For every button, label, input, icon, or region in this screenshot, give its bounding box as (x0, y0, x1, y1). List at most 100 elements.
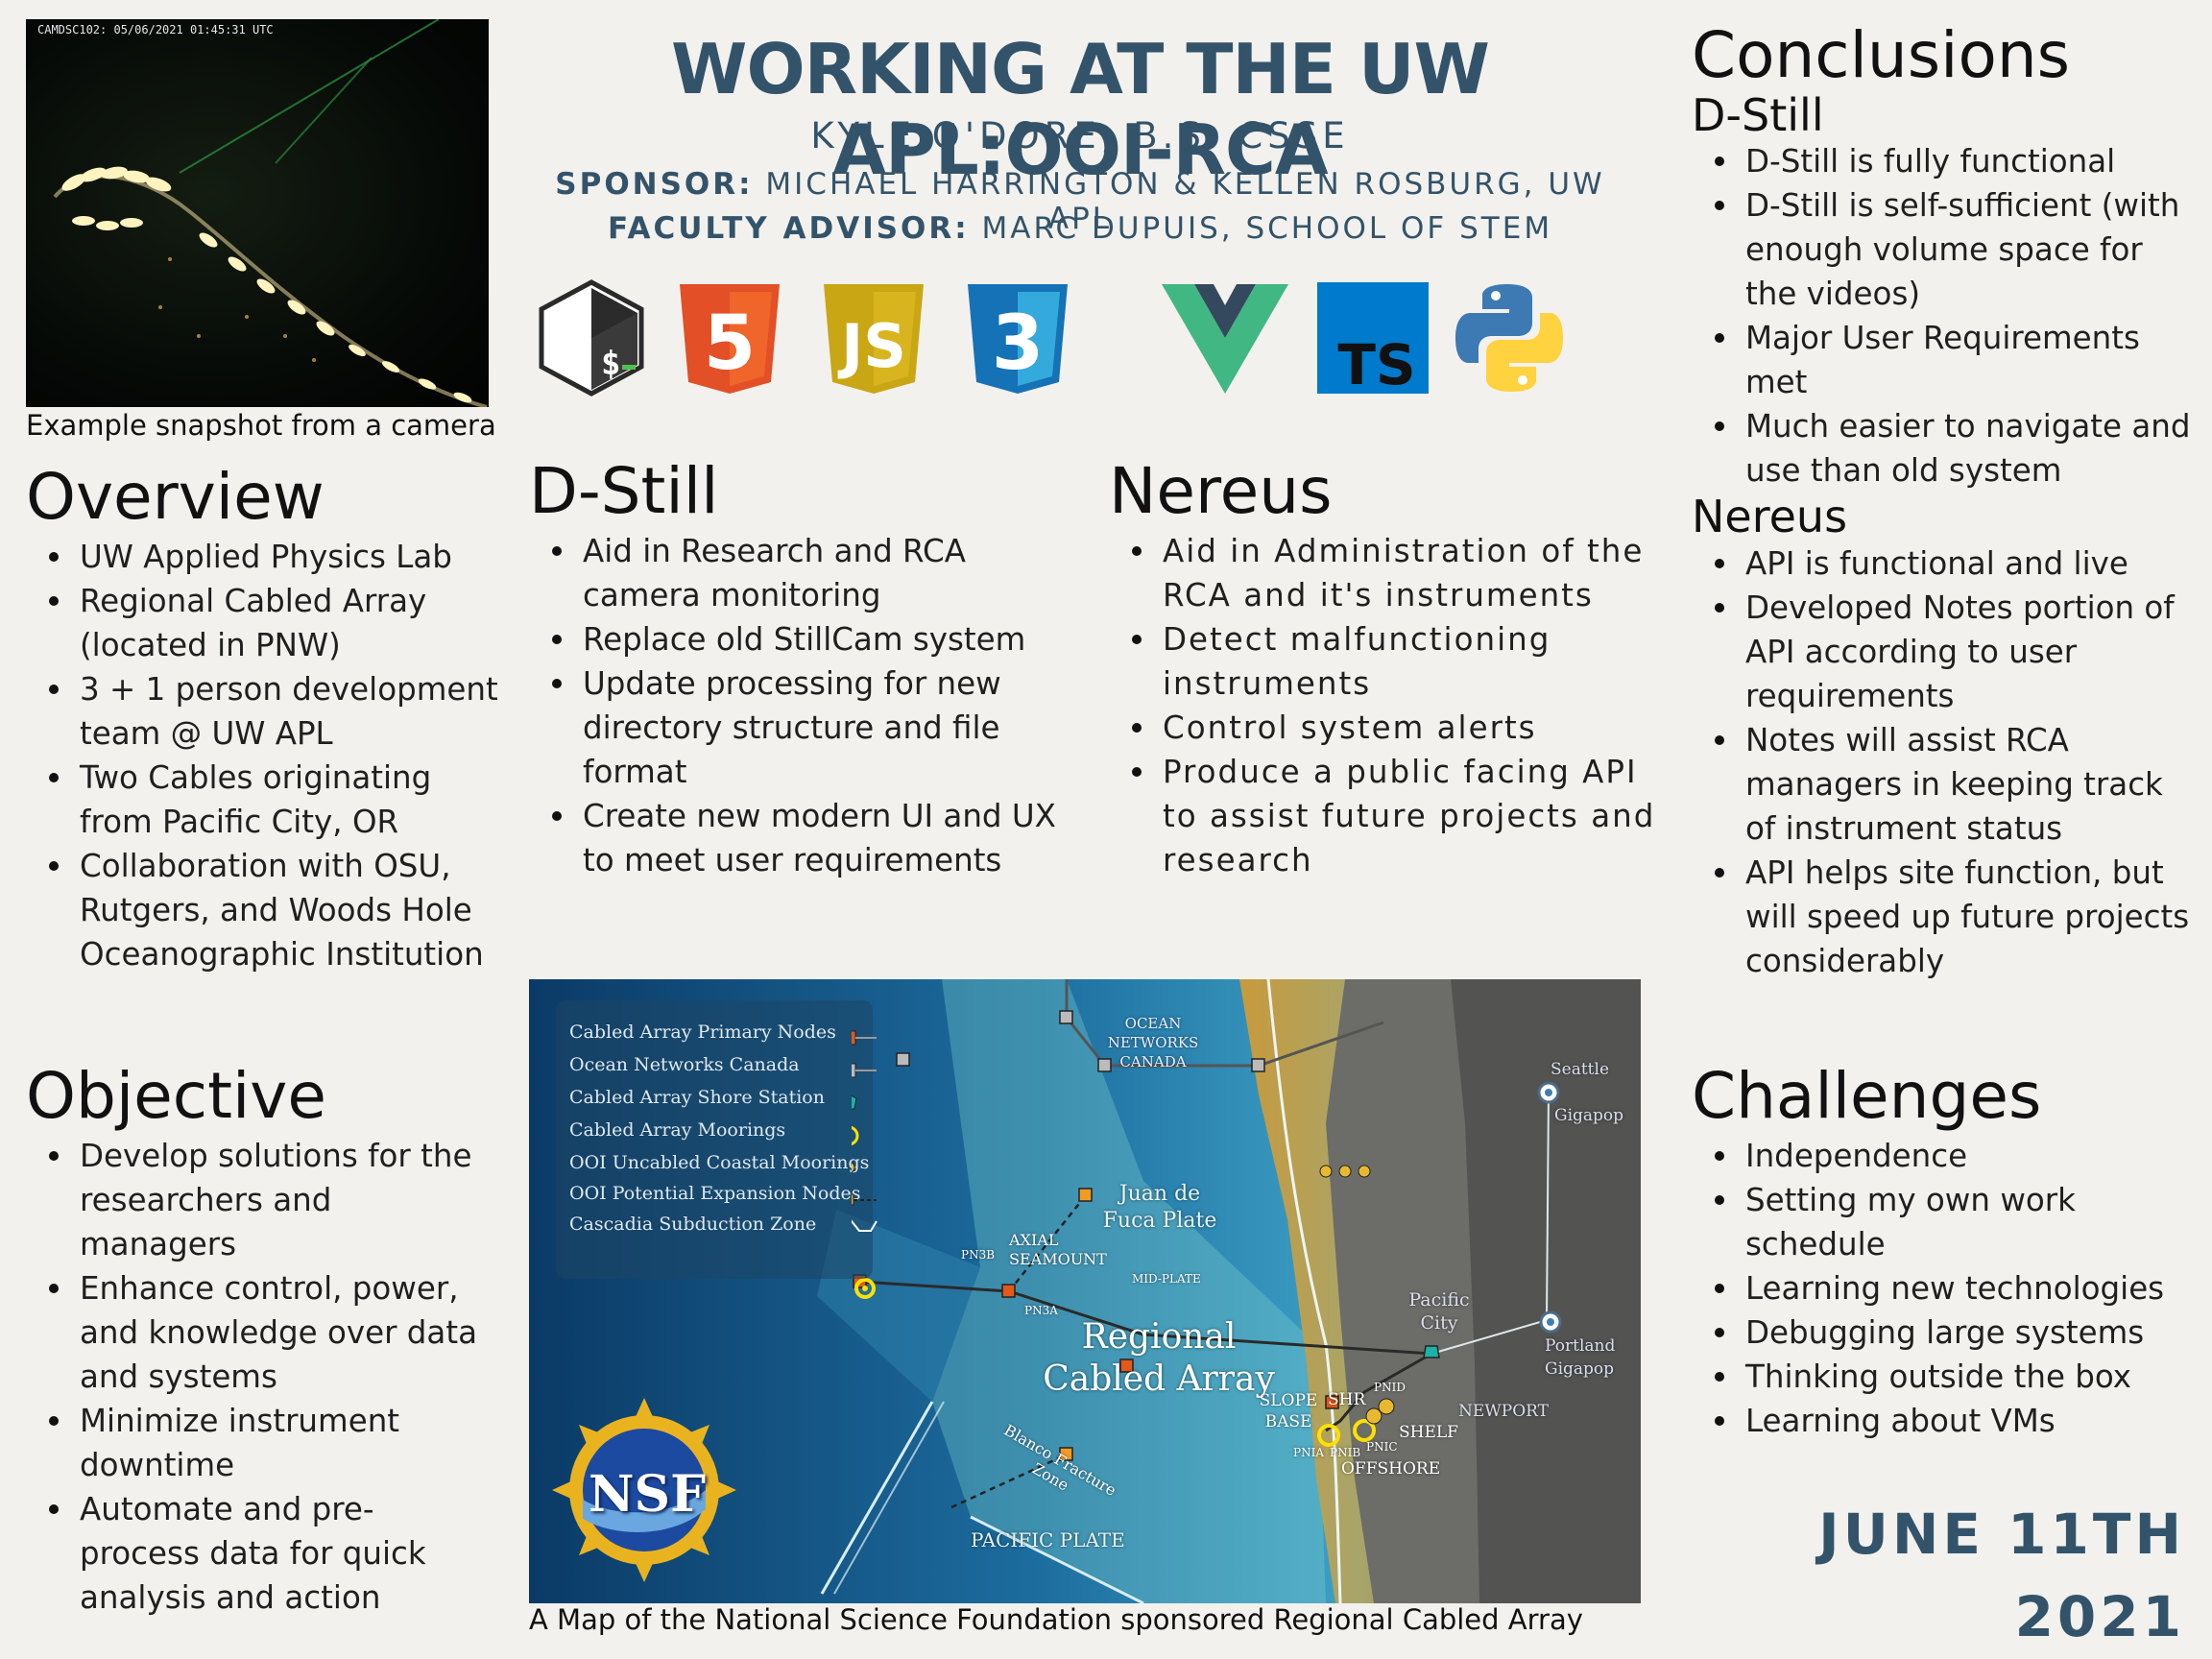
label-pnid: PNID (1374, 1381, 1406, 1394)
label-pn3a: PN3A (1024, 1304, 1058, 1317)
dstill-list: Aid in Research and RCA camera monitorin… (529, 529, 1067, 882)
list-item: Learning new technologies (1692, 1266, 2191, 1310)
list-item: Setting my own work schedule (1692, 1178, 2191, 1266)
list-item: Create new modern UI and UX to meet user… (529, 794, 1067, 882)
label-mid-plate: MID-PLATE (1132, 1272, 1201, 1286)
label-pacific-city: Pacific City (1408, 1289, 1470, 1334)
label-slope-base: SLOPE BASE (1259, 1391, 1318, 1431)
list-item: API is functional and live (1692, 541, 2191, 586)
list-item: Automate and pre-process data for quick … (26, 1487, 487, 1620)
challenges-section: Challenges Independence Setting my own w… (1692, 1059, 2191, 1443)
list-item: D-Still is fully functional (1692, 139, 2191, 183)
label-seattle-gigapop: Gigapop (1554, 1106, 1624, 1125)
list-item: Detect malfunctioning instruments (1109, 617, 1666, 706)
overview-heading: Overview (26, 460, 325, 534)
list-item: 3 + 1 person development team @ UW APL (26, 667, 506, 756)
event-date: JUNE 11TH 2021 (1747, 1493, 2185, 1658)
nereus-section: Nereus Aid in Administration of the RCA … (1109, 454, 1666, 882)
label-portland-gigapop: Gigapop (1545, 1359, 1615, 1379)
sponsor-label: SPONSOR: (555, 167, 754, 202)
conclusions-dstill-list: D-Still is fully functional D-Still is s… (1692, 139, 2191, 493)
challenges-heading: Challenges (1692, 1059, 2042, 1133)
advisor-line: FACULTY ADVISOR: MARC DUPUIS, SCHOOL OF … (518, 211, 1642, 246)
list-item: Debugging large systems (1692, 1310, 2191, 1355)
label-pnib: PNIB (1330, 1446, 1361, 1459)
label-pn3b: PN3B (961, 1248, 996, 1262)
dstill-section: D-Still Aid in Research and RCA camera m… (529, 454, 1067, 882)
conclusions-heading: Conclusions (1692, 18, 2071, 92)
legend-icons (852, 1030, 878, 1232)
date-line1: JUNE 11TH (1818, 1502, 2185, 1567)
label-newport: NEWPORT (1458, 1402, 1549, 1421)
map-legend: Cabled Array Primary Nodes Ocean Network… (556, 1000, 878, 1279)
list-item: Developed Notes portion of API according… (1692, 586, 2191, 718)
label-seattle: Seattle (1551, 1060, 1610, 1079)
list-item: Enhance control, power, and knowledge ov… (26, 1266, 487, 1399)
photo-caption: Example snapshot from a camera (26, 409, 496, 442)
svg-text:TS: TS (1337, 332, 1415, 397)
overview-list: UW Applied Physics Lab Regional Cabled A… (26, 535, 506, 976)
svg-text:$: $ (601, 345, 620, 383)
objective-section: Objective Develop solutions for the rese… (26, 1059, 487, 1620)
list-item: Collaboration with OSU, Rutgers, and Woo… (26, 844, 506, 976)
objective-list: Develop solutions for the researchers an… (26, 1134, 487, 1620)
label-juan-de-fuca: Juan de Fuca Plate (1102, 1182, 1217, 1233)
list-item: API helps site function, but will speed … (1692, 851, 2191, 983)
svg-text:3: 3 (992, 301, 1044, 387)
conclusions-nereus-list: API is functional and live Developed Not… (1692, 541, 2191, 983)
dstill-heading: D-Still (529, 454, 719, 528)
label-onc: OCEAN NETWORKS CANADA (1107, 1015, 1199, 1070)
python-icon (1455, 284, 1563, 392)
camera-snapshot-image: CAMDSC102: 05/06/2021 01:45:31 UTC (26, 19, 489, 407)
label-axial-seamount: AXIAL SEAMOUNT (1009, 1231, 1107, 1268)
conclusions-nereus-heading: Nereus (1692, 491, 1848, 543)
list-item: Much easier to navigate and use than old… (1692, 404, 2191, 493)
list-item: Learning about VMs (1692, 1399, 2191, 1443)
list-item: Update processing for new directory stru… (529, 661, 1067, 794)
list-item: Major User Requirements met (1692, 316, 2191, 404)
regional-cabled-array-map: Cabled Array Primary Nodes Ocean Network… (529, 979, 1641, 1603)
list-item: Minimize instrument downtime (26, 1399, 487, 1487)
label-pnia: PNIA (1293, 1446, 1324, 1459)
list-item: Notes will assist RCA managers in keepin… (1692, 718, 2191, 851)
overview-section: Overview UW Applied Physics Lab Regional… (26, 460, 506, 976)
nsf-logo-text: NSF (589, 1465, 707, 1524)
svg-text:5: 5 (704, 301, 756, 387)
label-offshore: OFFSHORE (1341, 1459, 1441, 1479)
javascript-icon: JS (824, 284, 924, 394)
author-line: KYLE O'DORE, B.S. CSSE (810, 115, 1350, 156)
bash-icon: $ (539, 279, 644, 397)
list-item: Control system alerts (1109, 706, 1666, 750)
list-item: D-Still is self-sufficient (with enough … (1692, 183, 2191, 316)
conclusions-section: Conclusions D-Still D-Still is fully fun… (1692, 18, 2191, 983)
legend-symbols (556, 1000, 873, 1279)
date-line2: 2021 (2014, 1584, 2185, 1649)
html5-icon: 5 (680, 284, 780, 394)
label-pacific-plate: PACIFIC PLATE (971, 1528, 1125, 1551)
advisor-name: MARC DUPUIS, SCHOOL OF STEM (981, 211, 1553, 246)
poster-title: WORKING AT THE UW APL:OOI-RCA (671, 29, 1490, 190)
label-shelf: SHELF (1399, 1423, 1458, 1442)
label-shr: SHR (1328, 1390, 1366, 1409)
objective-heading: Objective (26, 1059, 326, 1133)
nereus-heading: Nereus (1109, 454, 1333, 528)
svg-text:JS: JS (837, 311, 906, 381)
label-rca-line2: Cabled Array (1043, 1359, 1275, 1399)
list-item: Two Cables originating from Pacific City… (26, 756, 506, 844)
list-item: Aid in Administration of the RCA and it'… (1109, 529, 1666, 617)
list-item: Produce a public facing API to assist fu… (1109, 750, 1666, 882)
list-item: UW Applied Physics Lab (26, 535, 506, 579)
label-portland: Portland (1545, 1336, 1616, 1356)
nereus-list: Aid in Administration of the RCA and it'… (1109, 529, 1666, 882)
map-caption: A Map of the National Science Foundation… (529, 1603, 1583, 1636)
challenges-list: Independence Setting my own work schedul… (1692, 1134, 2191, 1443)
label-rca-line1: Regional (1081, 1317, 1237, 1357)
typescript-icon: TS (1317, 282, 1429, 397)
list-item: Regional Cabled Array (located in PNW) (26, 579, 506, 667)
list-item: Independence (1692, 1134, 2191, 1178)
list-item: Aid in Research and RCA camera monitorin… (529, 529, 1067, 617)
list-item: Develop solutions for the researchers an… (26, 1134, 487, 1266)
vue-icon (1162, 284, 1288, 394)
list-item: Thinking outside the box (1692, 1355, 2191, 1399)
advisor-label: FACULTY ADVISOR: (607, 211, 970, 246)
